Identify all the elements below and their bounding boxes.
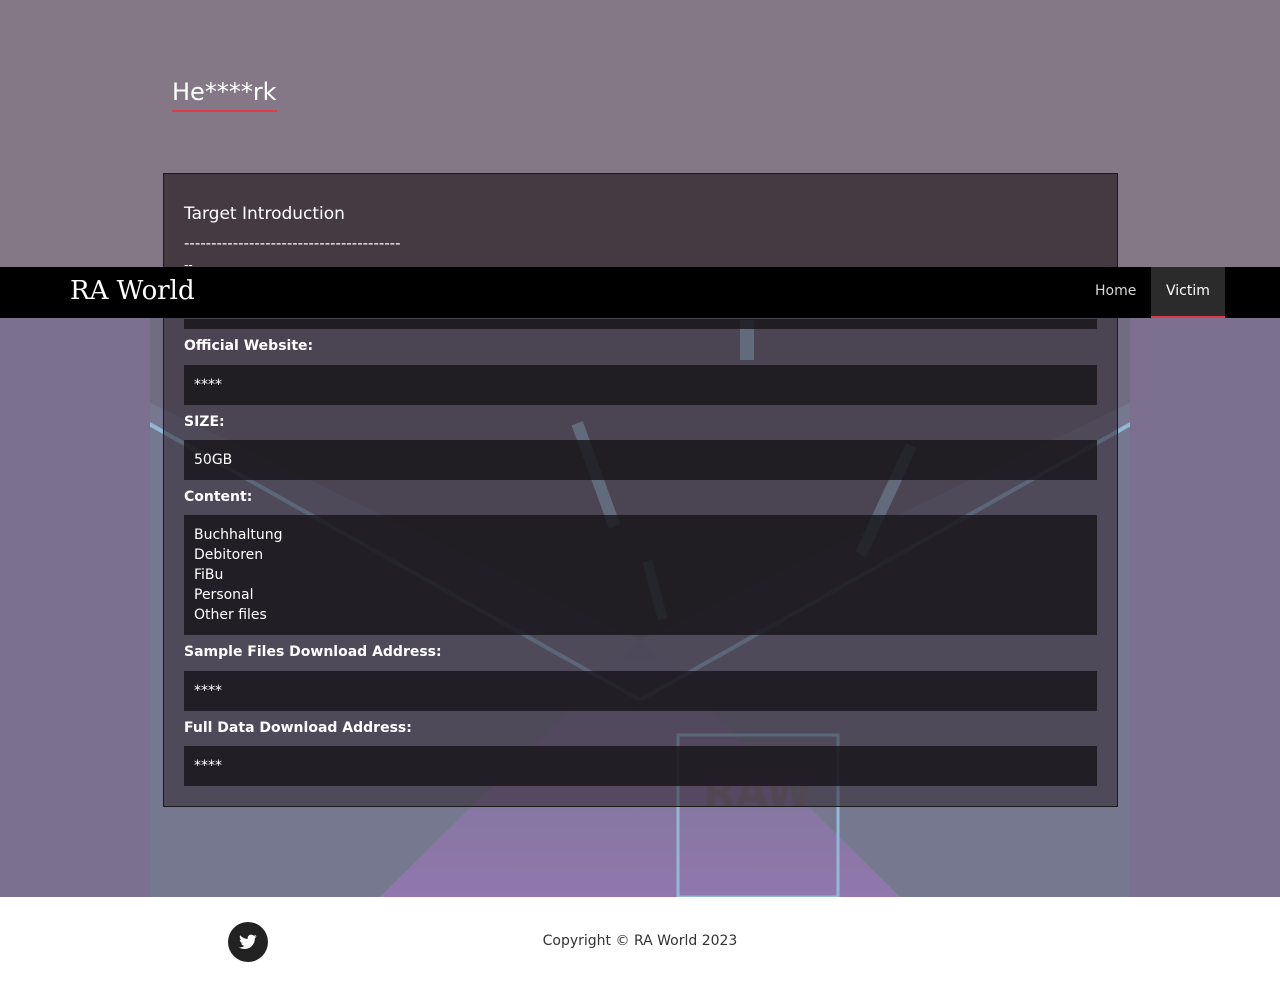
- nav-home-link[interactable]: Home: [1080, 267, 1151, 318]
- footer: Copyright © RA World 2023: [0, 897, 1280, 987]
- content-item: Personal: [194, 587, 254, 603]
- size-value: 50GB: [184, 440, 1097, 480]
- size-label: SIZE:: [184, 414, 225, 430]
- copyright-text: Copyright © RA World 2023: [542, 933, 738, 949]
- nav-victim-link[interactable]: Victim: [1151, 267, 1225, 318]
- content-item: Other files: [194, 607, 267, 623]
- content-item: Debitoren: [194, 547, 264, 563]
- hidden-field-box: [184, 319, 1097, 329]
- card-separator: ----------------------------------------: [184, 234, 401, 252]
- content-item: Buchhaltung: [194, 527, 283, 543]
- sample-files-label: Sample Files Download Address:: [184, 644, 442, 660]
- full-data-label: Full Data Download Address:: [184, 720, 412, 736]
- card-title: Target Introduction: [184, 204, 345, 224]
- content-label: Content:: [184, 489, 253, 505]
- sample-files-value: ****: [184, 671, 1097, 711]
- full-data-value: ****: [184, 746, 1097, 786]
- official-website-label: Official Website:: [184, 338, 314, 354]
- navbar: RA World Home Victim: [0, 267, 1280, 318]
- content-item: FiBu: [194, 567, 224, 583]
- content-list: Buchhaltung Debitoren FiBu Personal Othe…: [184, 515, 1097, 635]
- official-website-value: ****: [184, 365, 1097, 405]
- page-title: He****rk: [172, 78, 277, 112]
- brand-logo[interactable]: RA World: [70, 276, 195, 306]
